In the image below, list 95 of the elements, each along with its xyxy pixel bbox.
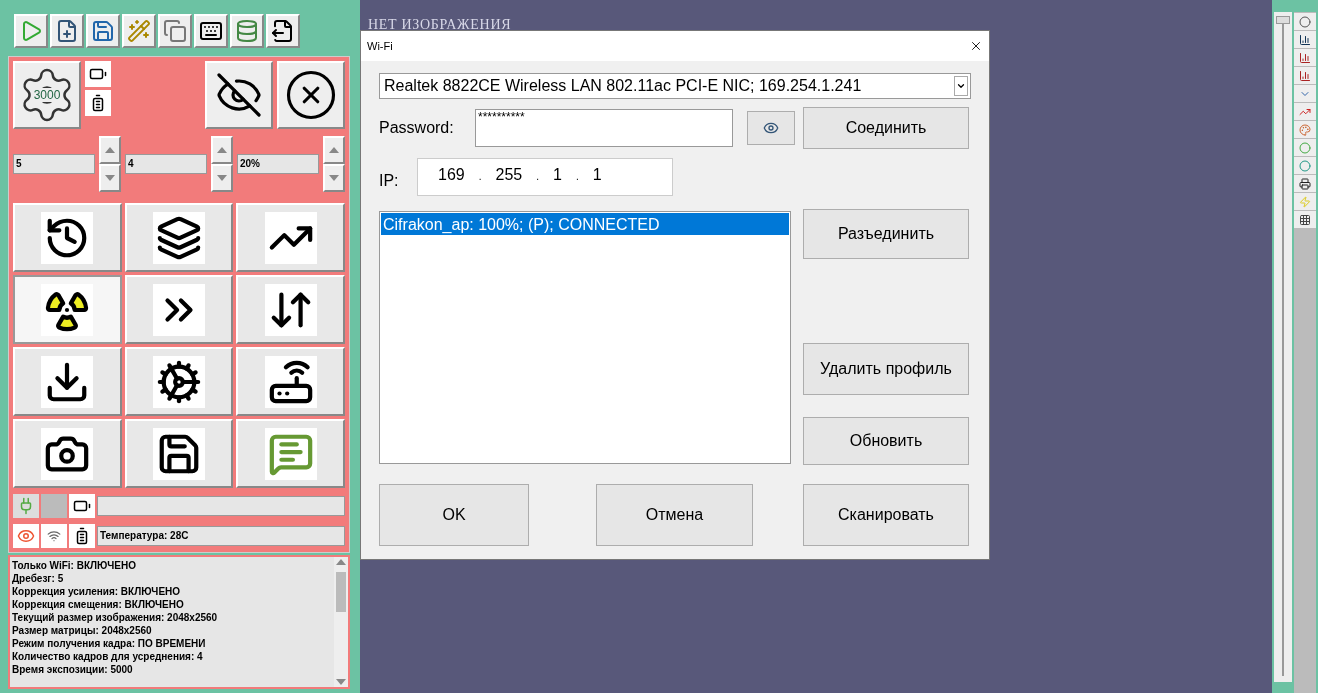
log-line: Коррекция усиления: ВКЛЮЧЕНО [12,585,182,598]
password-field[interactable]: ********** [475,109,733,147]
dialog-title: Wi-Fi [367,38,393,54]
side-tool-button[interactable] [1294,175,1316,192]
ip-separator: . [536,170,539,184]
log-line: Размер матрицы: 2048x2560 [12,624,153,637]
scroll-up-icon [336,559,346,565]
up-arrow-icon [217,147,227,153]
save-icon [91,19,115,43]
side-tool-button[interactable] [1294,49,1316,66]
connect-button[interactable]: Соединить [803,107,969,149]
scrollbar-thumb[interactable] [336,572,346,612]
tool-icon [1299,177,1311,190]
tool-icon [1299,33,1311,46]
ok-button[interactable]: OK [379,484,529,546]
close-circle-button[interactable] [277,61,345,129]
spin-up-button[interactable] [211,136,233,164]
down-arrow-icon [329,175,339,181]
cancel-button[interactable]: Отмена [596,484,753,546]
ip-field[interactable]: 169 . 255 . 1 . 1 [417,158,673,196]
tool-icon [1299,15,1311,28]
side-tool-button[interactable] [1294,67,1316,84]
delete-profile-button[interactable]: Удалить профиль [803,343,969,395]
number-field[interactable]: 4 [125,154,207,174]
eye-off-icon [215,71,263,119]
toolbar-button[interactable] [194,14,228,48]
database-icon [235,19,259,43]
spin-down-button[interactable] [99,164,121,192]
network-item[interactable]: Cifrakon_ap: 100%; (P); CONNECTED [381,213,789,235]
dropdown-caret-icon [956,81,966,91]
keyboard-icon [199,19,223,43]
tool-icon [1299,141,1311,154]
toolbar-button[interactable] [50,14,84,48]
tool-icon [1299,195,1311,208]
scrollbar[interactable] [334,557,348,687]
ip-label: IP: [379,171,400,191]
refresh-button[interactable]: Обновить [803,417,969,465]
log-line: Режим получения кадра: ПО ВРЕМЕНИ [12,637,207,650]
log-line: Количество кадров для усреднения: 4 [12,650,204,663]
tool-icon [1299,51,1311,64]
cog-icon [156,358,202,405]
close-icon [284,68,338,122]
file-export-icon [271,19,295,43]
tool-icon [1299,213,1311,226]
tool-icon [1299,159,1311,172]
spin-down-button[interactable] [323,164,345,192]
tool-button[interactable] [13,275,122,344]
spin-up-button[interactable] [323,136,345,164]
log-line: Коррекция смещения: ВКЛЮЧЕНО [12,598,185,611]
layers-icon [156,214,202,261]
disconnect-button[interactable]: Разъединить [803,209,969,259]
log-line: Дребезг: 5 [12,572,65,585]
copy-icon [163,19,187,43]
network-list[interactable]: Cifrakon_ap: 100%; (P); CONNECTED [379,211,791,464]
show-password-button[interactable] [747,111,795,145]
temperature-field: Температура: 28C [97,526,345,546]
spin-down-button[interactable] [211,164,233,192]
wifi-icon [47,529,61,543]
tool-icon [1299,69,1311,82]
log-line: Только WiFi: ВКЛЮЧЕНО [12,559,137,572]
number-field[interactable]: 5 [13,154,95,174]
down-arrow-icon [217,175,227,181]
ip-octet: 1 [592,165,602,185]
ip-separator: . [478,170,482,184]
ip-separator: . [575,170,579,184]
scroll-down-icon [336,679,346,685]
no-image-caption: НЕТ ИЗОБРАЖЕНИЯ [368,17,512,32]
new-file-icon [55,19,79,43]
number-field[interactable]: 20% [237,154,319,174]
log-line: Время экспозиции: 5000 [12,663,134,676]
side-tool-button[interactable] [1294,31,1316,48]
ip-octet: 255 [495,165,523,185]
tool-icon [1299,123,1311,136]
log-line: Текущий размер изображения: 2048x2560 [12,611,219,624]
ip-octet: 1 [552,165,562,185]
eye-icon [17,527,35,545]
close-icon[interactable] [969,39,983,53]
status-indicator [41,494,67,518]
up-arrow-icon [105,147,115,153]
down-arrow-icon [105,175,115,181]
up-arrow-icon [329,147,339,153]
side-tool-button[interactable] [1294,211,1316,228]
gear-counter-value: 3000 [32,88,62,102]
router-icon [267,358,314,405]
wand-icon [127,19,151,43]
eye-icon [763,120,779,136]
adapter-select[interactable]: Realtek 8822CE Wireless LAN 802.11ac PCI-E NIC; 169.254.1.241 [379,73,971,99]
ip-octet: 169 [438,165,465,185]
gear-counter-button[interactable]: 3000 [13,61,81,129]
password-label: Password: [379,118,455,138]
scan-button[interactable]: Сканировать [803,484,969,546]
slider-thumb[interactable] [1276,16,1290,24]
hide-button[interactable] [205,61,273,129]
toolbar-button[interactable] [266,14,300,48]
spin-up-button[interactable] [99,136,121,164]
